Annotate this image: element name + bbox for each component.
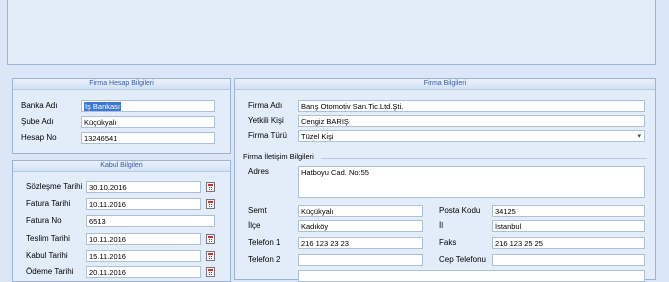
kabul-tarihi-field[interactable]: 15.11.2016 bbox=[86, 250, 201, 262]
ilce-label: İlçe bbox=[248, 221, 261, 230]
kabul-tarihi-label: Kabul Tarihi bbox=[26, 251, 68, 260]
sube-field[interactable]: Küçükyalı bbox=[81, 116, 215, 128]
ilce-field[interactable]: Kadıköy bbox=[298, 220, 423, 232]
fatura-no-label: Fatura No bbox=[26, 216, 62, 225]
telefon2-label: Telefon 2 bbox=[248, 255, 281, 264]
il-label: İl bbox=[439, 221, 443, 230]
firma-turu-value: Tüzel Kişi bbox=[301, 132, 334, 141]
cep-telefonu-field[interactable] bbox=[492, 254, 645, 266]
il-field[interactable]: İstanbul bbox=[492, 220, 645, 232]
telefon1-label: Telefon 1 bbox=[248, 238, 281, 247]
teslim-tarihi-label: Teslim Tarihi bbox=[26, 234, 70, 243]
banka-label: Banka Adı bbox=[21, 101, 58, 110]
kabul-title: Kabul Bilgileri bbox=[13, 161, 230, 172]
iletisim-separator bbox=[321, 158, 647, 159]
calendar-icon[interactable] bbox=[206, 251, 215, 261]
fatura-tarihi-label: Fatura Tarihi bbox=[26, 199, 71, 208]
faks-label: Faks bbox=[439, 238, 457, 247]
semt-label: Semt bbox=[248, 206, 267, 215]
calendar-icon[interactable] bbox=[206, 234, 215, 244]
fatura-no-field[interactable]: 6513 bbox=[86, 215, 215, 227]
semt-field[interactable]: Küçükyalı bbox=[298, 205, 423, 217]
fatura-tarihi-field[interactable]: 10.11.2016 bbox=[86, 198, 201, 210]
iletisim-section-label: Firma İletişim Bilgileri bbox=[243, 152, 314, 161]
firma-adi-field[interactable]: Barış Otomotiv San.Tic.Ltd.Şti. bbox=[298, 100, 645, 112]
firma-adi-label: Firma Adı bbox=[248, 101, 283, 110]
posta-kodu-field[interactable]: 34125 bbox=[492, 205, 645, 217]
firma-turu-select[interactable]: Tüzel Kişi ▾ bbox=[298, 130, 645, 142]
kabul-group: Kabul Bilgileri Sözleşme Tarihi 30.10.20… bbox=[12, 160, 231, 282]
firma-bilgileri-group: Firma Bilgileri Firma Adı Barış Otomotiv… bbox=[234, 78, 656, 282]
posta-kodu-label: Posta Kodu bbox=[439, 206, 481, 215]
odeme-tarihi-field[interactable]: 20.11.2016 bbox=[86, 266, 201, 278]
calendar-icon[interactable] bbox=[206, 182, 215, 192]
calendar-icon[interactable] bbox=[206, 199, 215, 209]
banka-value: İş Bankası bbox=[84, 102, 122, 111]
firma-turu-label: Firma Türü bbox=[248, 131, 287, 140]
adres-field[interactable]: Hatboyu Cad. No:55 bbox=[298, 166, 645, 198]
firma-hesap-group: Firma Hesap Bilgileri Banka Adı İş Banka… bbox=[12, 78, 231, 154]
cep-telefonu-label: Cep Telefonu bbox=[439, 255, 486, 264]
firma-hesap-title: Firma Hesap Bilgileri bbox=[13, 79, 230, 90]
top-panel bbox=[7, 0, 656, 65]
odeme-tarihi-label: Ödeme Tarihi bbox=[26, 267, 74, 276]
yetkili-field[interactable]: Cengiz BARIŞ bbox=[298, 115, 645, 127]
banka-field[interactable]: İş Bankası bbox=[81, 100, 215, 112]
telefon1-field[interactable]: 216 123 23 23 bbox=[298, 237, 423, 249]
sozlesme-tarihi-field[interactable]: 30.10.2016 bbox=[86, 181, 201, 193]
sozlesme-tarihi-label: Sözleşme Tarihi bbox=[26, 182, 83, 191]
hesap-no-field[interactable]: 13246541 bbox=[81, 132, 215, 144]
firma-bilgileri-title: Firma Bilgileri bbox=[235, 79, 655, 90]
sube-label: Şube Adı bbox=[21, 117, 54, 126]
chevron-down-icon: ▾ bbox=[637, 133, 641, 140]
hesap-no-label: Hesap No bbox=[21, 133, 57, 142]
adres-label: Adres bbox=[248, 167, 269, 176]
calendar-icon[interactable] bbox=[206, 267, 215, 277]
telefon2-field[interactable] bbox=[298, 254, 423, 266]
teslim-tarihi-field[interactable]: 10.11.2016 bbox=[86, 233, 201, 245]
faks-field[interactable]: 216 123 25 25 bbox=[492, 237, 645, 249]
yetkili-label: Yetkili Kişi bbox=[248, 116, 284, 125]
